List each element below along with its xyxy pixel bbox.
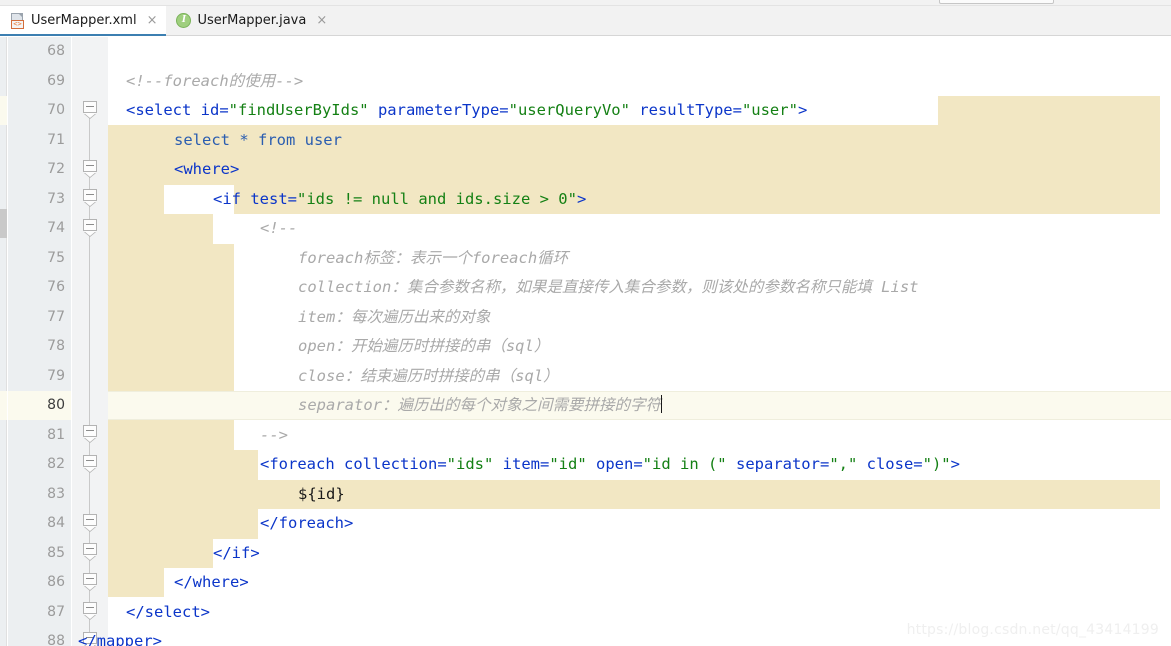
line-number: 78 bbox=[47, 338, 65, 354]
code-notch bbox=[234, 420, 1160, 450]
code-notch bbox=[653, 214, 1160, 244]
line-number: 81 bbox=[47, 426, 65, 443]
fold-toggle-line-87[interactable] bbox=[83, 602, 97, 619]
line-number: 82 bbox=[47, 456, 65, 472]
code-line-75: foreach标签：表示一个foreach循环 bbox=[298, 248, 569, 267]
code-line-85: </if> bbox=[213, 543, 260, 562]
line-number: 74 bbox=[47, 220, 65, 236]
code-line-70: <select id="findUserByIds" parameterType… bbox=[126, 101, 808, 119]
code-notch bbox=[258, 509, 1160, 539]
tab-close-icon[interactable]: × bbox=[316, 14, 327, 27]
line-number: 83 bbox=[47, 485, 65, 502]
code-line-71: select * from user bbox=[174, 130, 342, 149]
fold-toggle-line-85[interactable] bbox=[83, 543, 97, 560]
line-number: 84 bbox=[47, 515, 65, 531]
code-notch bbox=[164, 568, 1160, 598]
code-line-87: </select> bbox=[126, 602, 210, 621]
java-interface-icon: I bbox=[176, 13, 192, 28]
line-number: 69 bbox=[47, 72, 65, 89]
line-number: 68 bbox=[47, 43, 65, 59]
xml-file-icon: <> bbox=[10, 12, 25, 29]
tab-close-icon[interactable]: × bbox=[147, 14, 158, 27]
tab-label: UserMapper.xml bbox=[31, 13, 137, 28]
code-line-77: item：每次遍历出来的对象 bbox=[298, 307, 491, 326]
line-number: 72 bbox=[47, 161, 65, 177]
code-line-76: collection：集合参数名称，如果是直接传入集合参数，则该处的参数名称只能… bbox=[298, 278, 919, 296]
fold-toggle-line-86[interactable] bbox=[83, 573, 97, 590]
fold-toggle-line-72[interactable] bbox=[83, 160, 97, 177]
fold-toggle-line-82[interactable] bbox=[83, 455, 97, 472]
code-line-81: --> bbox=[260, 425, 288, 444]
xml-comment: <!--foreach的使用--> bbox=[126, 71, 304, 90]
editor-window: <> UserMapper.xml × I UserMapper.java × … bbox=[0, 0, 1171, 646]
tab-usermapper-java[interactable]: I UserMapper.java × bbox=[166, 6, 337, 35]
code-line-83: ${id} bbox=[298, 484, 345, 503]
code-line-86: </where> bbox=[174, 573, 249, 591]
fold-guide-line bbox=[89, 107, 90, 646]
line-number: 70 bbox=[47, 102, 65, 118]
code-line-69: <!--foreach的使用--> bbox=[126, 67, 303, 97]
fold-toggle-line-74[interactable] bbox=[83, 219, 97, 236]
line-number-current: 80 bbox=[47, 397, 65, 413]
code-line-78: open：开始遍历时拼接的串（sql） bbox=[298, 337, 550, 355]
fold-toggle-line-81[interactable] bbox=[83, 425, 97, 442]
fold-toggle-line-73[interactable] bbox=[83, 189, 97, 206]
code-line-80: separator：遍历出的每个对象之间需要拼接的字符 bbox=[298, 395, 662, 414]
code-line-82: <foreach collection="ids" item="id" open… bbox=[260, 455, 960, 473]
rail-caret-highlight bbox=[0, 391, 7, 420]
structure-highlight-row70 bbox=[938, 96, 1160, 125]
line-number-gutter: 68 69 70 71 72 73 74 75 76 77 78 79 80 8… bbox=[8, 37, 71, 646]
marker-rail[interactable] bbox=[0, 37, 7, 646]
toolbar-stub-control[interactable] bbox=[939, 0, 1054, 4]
tab-label: UserMapper.java bbox=[197, 13, 307, 28]
line-number: 88 bbox=[47, 633, 65, 646]
watermark-text: https://blog.csdn.net/qq_43414199 bbox=[906, 622, 1159, 638]
line-number: 86 bbox=[47, 574, 65, 590]
line-number: 76 bbox=[47, 279, 65, 295]
rail-marker[interactable] bbox=[0, 209, 7, 238]
code-line-74: <!-- bbox=[260, 219, 298, 237]
line-number: 73 bbox=[47, 190, 65, 207]
code-folding-gutter[interactable] bbox=[72, 37, 108, 646]
fold-toggle-line-84[interactable] bbox=[83, 514, 97, 531]
line-number: 77 bbox=[47, 308, 65, 325]
text-caret bbox=[661, 395, 662, 413]
code-line-72: <where> bbox=[174, 160, 240, 178]
line-number: 79 bbox=[47, 367, 65, 384]
code-notch bbox=[213, 538, 1160, 568]
line-number: 85 bbox=[47, 544, 65, 561]
line-number: 71 bbox=[47, 131, 65, 148]
fold-toggle-line-70[interactable] bbox=[83, 101, 97, 118]
code-editor[interactable]: 68 69 70 71 72 73 74 75 76 77 78 79 80 8… bbox=[0, 37, 1171, 646]
editor-tab-bar: <> UserMapper.xml × I UserMapper.java × bbox=[0, 6, 1171, 36]
line-number: 87 bbox=[47, 603, 65, 620]
line-number: 75 bbox=[47, 249, 65, 266]
tab-usermapper-xml[interactable]: <> UserMapper.xml × bbox=[0, 6, 167, 36]
rail-highlight bbox=[0, 96, 7, 125]
code-line-88: </mapper> bbox=[78, 632, 162, 646]
code-canvas[interactable]: <!--foreach的使用--> <select id="findUserBy… bbox=[78, 37, 1171, 646]
code-line-79: close：结束遍历时拼接的串（sql） bbox=[298, 366, 559, 385]
code-line-73: <if test="ids != null and ids.size > 0"> bbox=[213, 189, 587, 208]
code-line-84: </foreach> bbox=[260, 514, 354, 532]
